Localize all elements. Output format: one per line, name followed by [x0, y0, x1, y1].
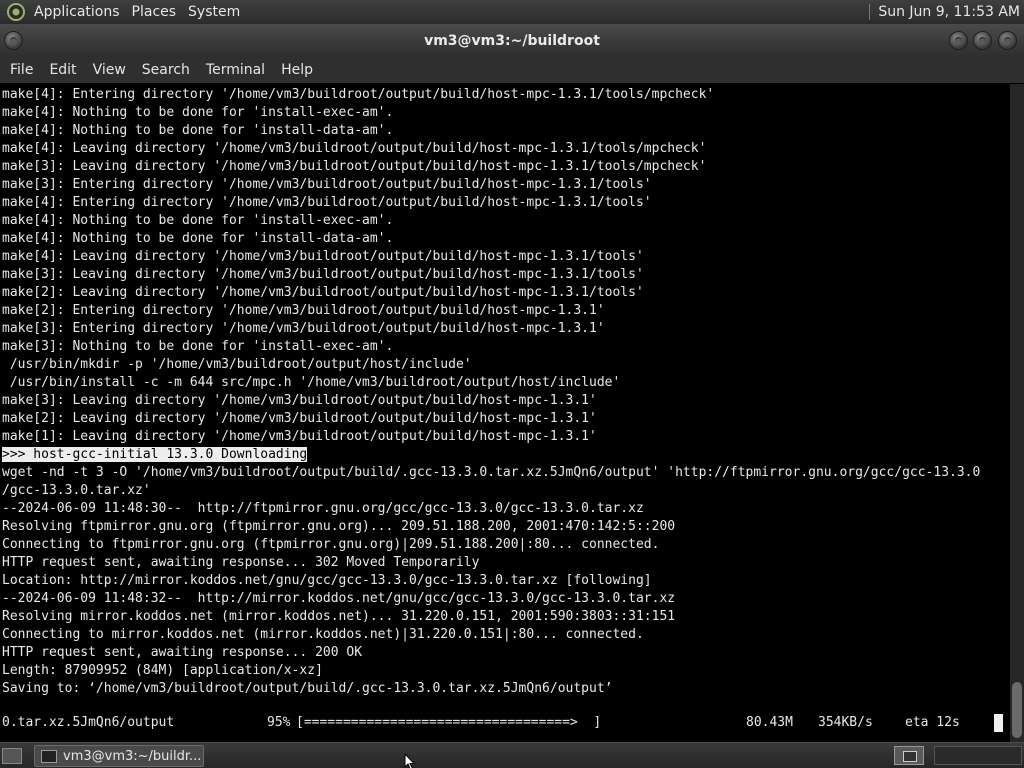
terminal-line: --2024-06-09 11:48:30-- http://ftpmirror…: [2, 501, 644, 516]
terminal-line: make[3]: Leaving directory '/home/vm3/bu…: [2, 159, 707, 174]
maximize-button[interactable]: [973, 31, 992, 50]
terminal-line: HTTP request sent, awaiting response... …: [2, 645, 363, 660]
search-menu[interactable]: Search: [134, 57, 198, 83]
terminal-lines: make[4]: Entering directory '/home/vm3/b…: [2, 86, 980, 698]
window-menu-button[interactable]: [4, 31, 23, 50]
terminal-scrollbar[interactable]: [1010, 84, 1024, 742]
progress-bar: [==================================> ]: [296, 715, 602, 730]
progress-size: 80.43M: [746, 715, 793, 730]
terminal-line: make[4]: Leaving directory '/home/vm3/bu…: [2, 249, 644, 264]
progress-filename: 0.tar.xz.5JmQn6/output: [2, 715, 175, 730]
terminal-line: Resolving mirror.koddos.net (mirror.kodd…: [2, 609, 676, 624]
terminal-line: Location: http://mirror.koddos.net/gnu/g…: [2, 573, 652, 588]
close-button[interactable]: [998, 31, 1017, 50]
terminal-line: make[3]: Leaving directory '/home/vm3/bu…: [2, 393, 597, 408]
terminal-line: make[4]: Entering directory '/home/vm3/b…: [2, 87, 715, 102]
scrollbar-thumb[interactable]: [1012, 682, 1022, 738]
terminal-cursor: [994, 714, 1003, 732]
mouse-pointer-icon: [404, 754, 416, 768]
gnome-foot-icon[interactable]: [6, 2, 26, 22]
taskbar-window-label: vm3@vm3:~/buildr...: [63, 748, 202, 764]
help-menu[interactable]: Help: [273, 57, 321, 83]
top-panel: Applications Places System Sun Jun 9, 11…: [0, 0, 1024, 24]
highlighted-text: >>> host-gcc-initial 13.3.0 Downloading: [2, 447, 308, 462]
window-title: vm3@vm3:~/buildroot: [424, 32, 600, 49]
terminal-line: /usr/bin/install -c -m 644 src/mpc.h '/h…: [2, 375, 621, 390]
terminal-line: make[4]: Nothing to be done for 'install…: [2, 123, 394, 138]
terminal-line: make[3]: Leaving directory '/home/vm3/bu…: [2, 267, 644, 282]
terminal-line: Connecting to mirror.koddos.net (mirror.…: [2, 627, 644, 642]
terminal-line: Saving to: ‘/home/vm3/buildroot/output/b…: [2, 681, 613, 696]
minimize-button[interactable]: [949, 31, 968, 50]
progress-percent: 95%: [267, 715, 291, 730]
progress-speed: 354KB/s: [818, 715, 873, 730]
terminal-line: --2024-06-09 11:48:32-- http://mirror.ko…: [2, 591, 676, 606]
terminal-menubar: File Edit View Search Terminal Help: [0, 57, 1024, 83]
progress-eta: eta 12s: [905, 715, 960, 730]
edit-menu[interactable]: Edit: [41, 57, 84, 83]
wget-progress-line: 0.tar.xz.5JmQn6/output 95% [============…: [2, 714, 1006, 732]
terminal-line: make[4]: Nothing to be done for 'install…: [2, 231, 394, 246]
terminal-line: make[4]: Nothing to be done for 'install…: [2, 105, 394, 120]
terminal-line: make[4]: Nothing to be done for 'install…: [2, 213, 394, 228]
terminal-line: Length: 87909952 (84M) [application/x-xz…: [2, 663, 323, 678]
terminal-icon: [41, 749, 57, 763]
system-menu[interactable]: System: [182, 0, 246, 24]
terminal-line: /gcc-13.3.0.tar.xz': [2, 483, 151, 498]
terminal-line: Resolving ftpmirror.gnu.org (ftpmirror.g…: [2, 519, 676, 534]
bottom-taskbar: vm3@vm3:~/buildr...: [0, 742, 1024, 768]
terminal-line: /usr/bin/mkdir -p '/home/vm3/buildroot/o…: [2, 357, 472, 372]
terminal-line: make[3]: Entering directory '/home/vm3/b…: [2, 177, 652, 192]
terminal-line: make[2]: Entering directory '/home/vm3/b…: [2, 303, 605, 318]
terminal-line: make[2]: Leaving directory '/home/vm3/bu…: [2, 285, 644, 300]
workspace-switcher-icon[interactable]: [894, 746, 924, 765]
terminal-line: make[4]: Entering directory '/home/vm3/b…: [2, 195, 652, 210]
terminal-line: >>> host-gcc-initial 13.3.0 Downloading: [2, 446, 980, 464]
terminal-output[interactable]: make[4]: Entering directory '/home/vm3/b…: [0, 84, 1010, 742]
terminal-line: Connecting to ftpmirror.gnu.org (ftpmirr…: [2, 537, 660, 552]
places-menu[interactable]: Places: [126, 0, 183, 24]
terminal-line: make[2]: Leaving directory '/home/vm3/bu…: [2, 411, 597, 426]
panel-separator: [869, 4, 871, 20]
terminal-line: make[3]: Nothing to be done for 'install…: [2, 339, 394, 354]
workspace-pager[interactable]: [934, 746, 1022, 765]
show-desktop-icon[interactable]: [2, 748, 22, 764]
clock[interactable]: Sun Jun 9, 11:53 AM: [878, 4, 1024, 20]
terminal-line: make[3]: Entering directory '/home/vm3/b…: [2, 321, 605, 336]
terminal-line: HTTP request sent, awaiting response... …: [2, 555, 480, 570]
terminal-line: make[4]: Leaving directory '/home/vm3/bu…: [2, 141, 707, 156]
applications-menu[interactable]: Applications: [28, 0, 126, 24]
terminal-menu[interactable]: Terminal: [198, 57, 273, 83]
terminal-line: wget -nd -t 3 -O '/home/vm3/buildroot/ou…: [2, 465, 981, 480]
file-menu[interactable]: File: [2, 57, 41, 83]
taskbar-window-button[interactable]: vm3@vm3:~/buildr...: [34, 745, 204, 767]
terminal-line: make[1]: Leaving directory '/home/vm3/bu…: [2, 429, 597, 444]
window-titlebar[interactable]: vm3@vm3:~/buildroot: [0, 24, 1024, 57]
view-menu[interactable]: View: [85, 57, 134, 83]
